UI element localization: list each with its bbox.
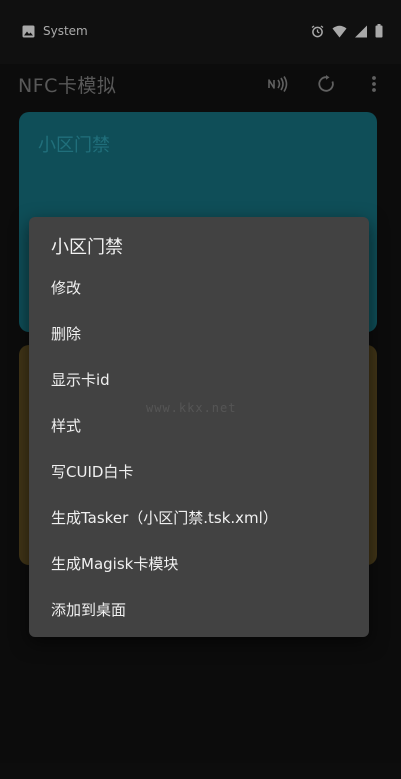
menu-item-generate-tasker[interactable]: 生成Tasker（小区门禁.tsk.xml） <box>29 495 369 541</box>
watermark: www.kkx.net <box>146 401 237 415</box>
menu-item-generate-magisk[interactable]: 生成Magisk卡模块 <box>29 541 369 587</box>
menu-item-edit[interactable]: 修改 <box>29 265 369 311</box>
menu-item-add-to-desktop[interactable]: 添加到桌面 <box>29 587 369 633</box>
menu-item-write-cuid[interactable]: 写CUID白卡 <box>29 449 369 495</box>
menu-list: 修改 删除 显示卡id 样式 写CUID白卡 生成Tasker（小区门禁.tsk… <box>29 265 369 633</box>
context-menu-dialog: 小区门禁 修改 删除 显示卡id 样式 写CUID白卡 生成Tasker（小区门… <box>29 217 369 637</box>
menu-item-delete[interactable]: 删除 <box>29 311 369 357</box>
menu-title: 小区门禁 <box>51 237 123 258</box>
menu-item-show-card-id[interactable]: 显示卡id <box>29 357 369 403</box>
